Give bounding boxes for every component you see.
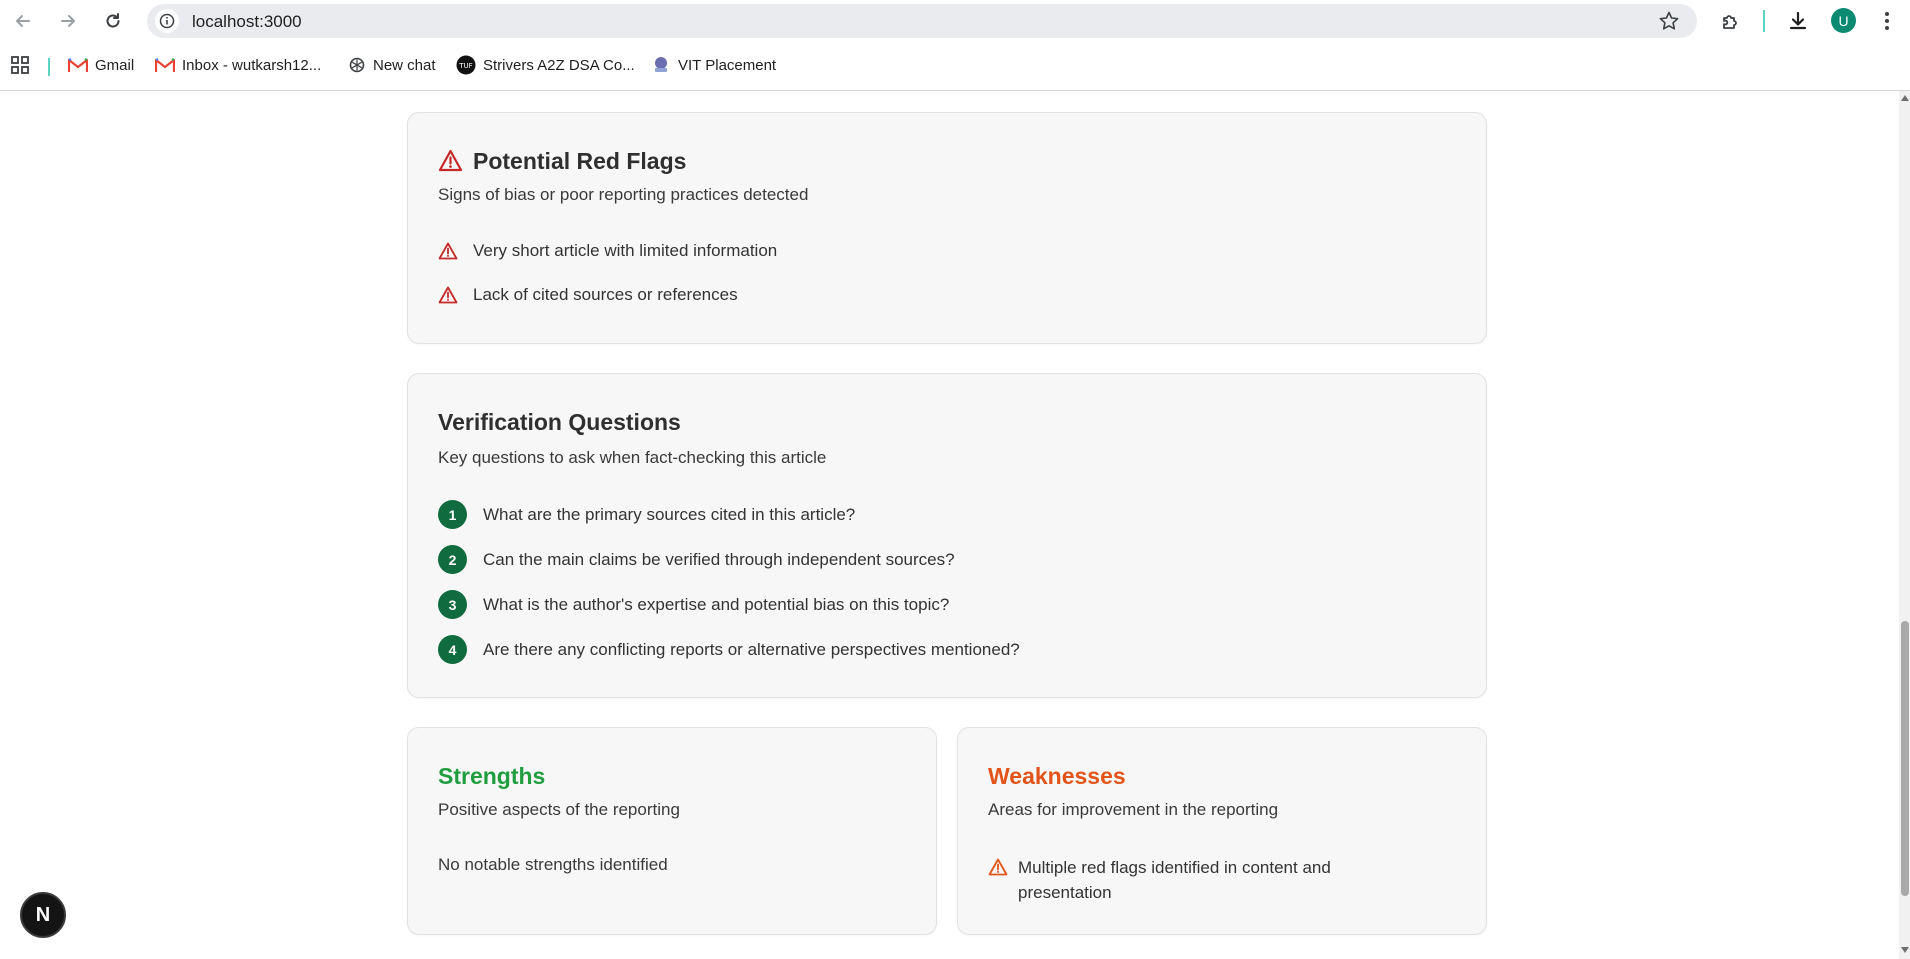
warning-triangle-icon <box>438 286 458 304</box>
verification-title: Verification Questions <box>438 409 681 435</box>
warning-triangle-icon <box>438 149 463 172</box>
verification-card: Verification Questions Key questions to … <box>407 373 1487 698</box>
url-text[interactable]: localhost:3000 <box>192 12 302 32</box>
svg-text:TUF: TUF <box>458 62 472 70</box>
extensions-icon[interactable] <box>1716 6 1746 36</box>
strengths-subtitle: Positive aspects of the reporting <box>438 800 680 819</box>
question-item: 4 Are there any conflicting reports or a… <box>438 635 1020 664</box>
strengths-empty-text: No notable strengths identified <box>438 855 668 874</box>
red-flags-subtitle: Signs of bias or poor reporting practice… <box>438 185 809 204</box>
bookmark-star-icon[interactable] <box>1658 10 1680 37</box>
weaknesses-subtitle: Areas for improvement in the reporting <box>988 800 1279 819</box>
bookmark-inbox[interactable]: Inbox - wutkarsh12... <box>155 54 321 76</box>
vit-icon <box>655 57 667 72</box>
red-flags-card: Potential Red Flags Signs of bias or poo… <box>407 112 1487 344</box>
forward-button[interactable] <box>53 6 83 36</box>
warning-triangle-icon <box>988 858 1008 876</box>
bookmarks-divider <box>48 58 50 76</box>
browser-toolbar: localhost:3000 U <box>0 0 1910 41</box>
question-number-badge: 3 <box>438 590 467 619</box>
bookmarks-bar: Gmail Inbox - wutkarsh12... New chat TUF… <box>0 48 1910 82</box>
profile-avatar[interactable]: U <box>1831 8 1856 33</box>
question-number-badge: 4 <box>438 635 467 664</box>
page-content: Potential Red Flags Signs of bias or poo… <box>0 91 1899 959</box>
bookmark-new-chat[interactable]: New chat <box>348 54 436 76</box>
page-scrollbar[interactable] <box>1899 91 1910 959</box>
red-flag-item: Very short article with limited informat… <box>438 241 777 261</box>
bookmark-strivers[interactable]: TUF Strivers A2Z DSA Co... <box>456 54 635 76</box>
nextjs-dev-badge[interactable]: N <box>20 892 66 938</box>
question-number-badge: 2 <box>438 545 467 574</box>
tuf-icon: TUF <box>456 55 476 75</box>
bookmark-vit[interactable]: VIT Placement <box>651 54 776 76</box>
red-flags-title: Potential Red Flags <box>473 148 687 174</box>
verification-subtitle: Key questions to ask when fact-checking … <box>438 448 827 467</box>
question-item: 3 What is the author's expertise and pot… <box>438 590 949 619</box>
reload-icon <box>106 13 120 28</box>
question-item: 1 What are the primary sources cited in … <box>438 500 855 529</box>
gmail-icon <box>155 58 175 72</box>
menu-kebab-icon[interactable] <box>1872 6 1902 36</box>
strengths-card: Strengths Positive aspects of the report… <box>407 727 937 935</box>
apps-grid-icon[interactable] <box>10 54 30 76</box>
red-flag-item: Lack of cited sources or references <box>438 285 738 305</box>
strengths-title: Strengths <box>438 763 546 789</box>
scroll-down-arrow-icon[interactable] <box>1901 947 1909 953</box>
gmail-icon <box>68 58 88 72</box>
downloads-icon[interactable] <box>1783 6 1813 36</box>
arrow-left-icon <box>16 15 30 27</box>
question-item: 2 Can the main claims be verified throug… <box>438 545 955 574</box>
address-bar[interactable]: localhost:3000 <box>147 4 1697 38</box>
weakness-item: Multiple red flags identified in content… <box>988 855 1408 905</box>
bookmark-gmail[interactable]: Gmail <box>68 54 134 76</box>
question-number-badge: 1 <box>438 500 467 529</box>
scrollbar-thumb[interactable] <box>1901 621 1909 896</box>
weaknesses-card: Weaknesses Areas for improvement in the … <box>957 727 1487 935</box>
warning-triangle-icon <box>438 242 458 260</box>
reload-button[interactable] <box>98 6 128 36</box>
toolbar-divider <box>1763 10 1765 32</box>
chatgpt-icon <box>349 57 365 73</box>
back-button[interactable] <box>8 6 38 36</box>
scroll-up-arrow-icon[interactable] <box>1901 95 1909 101</box>
weaknesses-title: Weaknesses <box>988 763 1126 789</box>
arrow-right-icon <box>61 15 75 27</box>
site-info-icon[interactable] <box>155 9 179 33</box>
